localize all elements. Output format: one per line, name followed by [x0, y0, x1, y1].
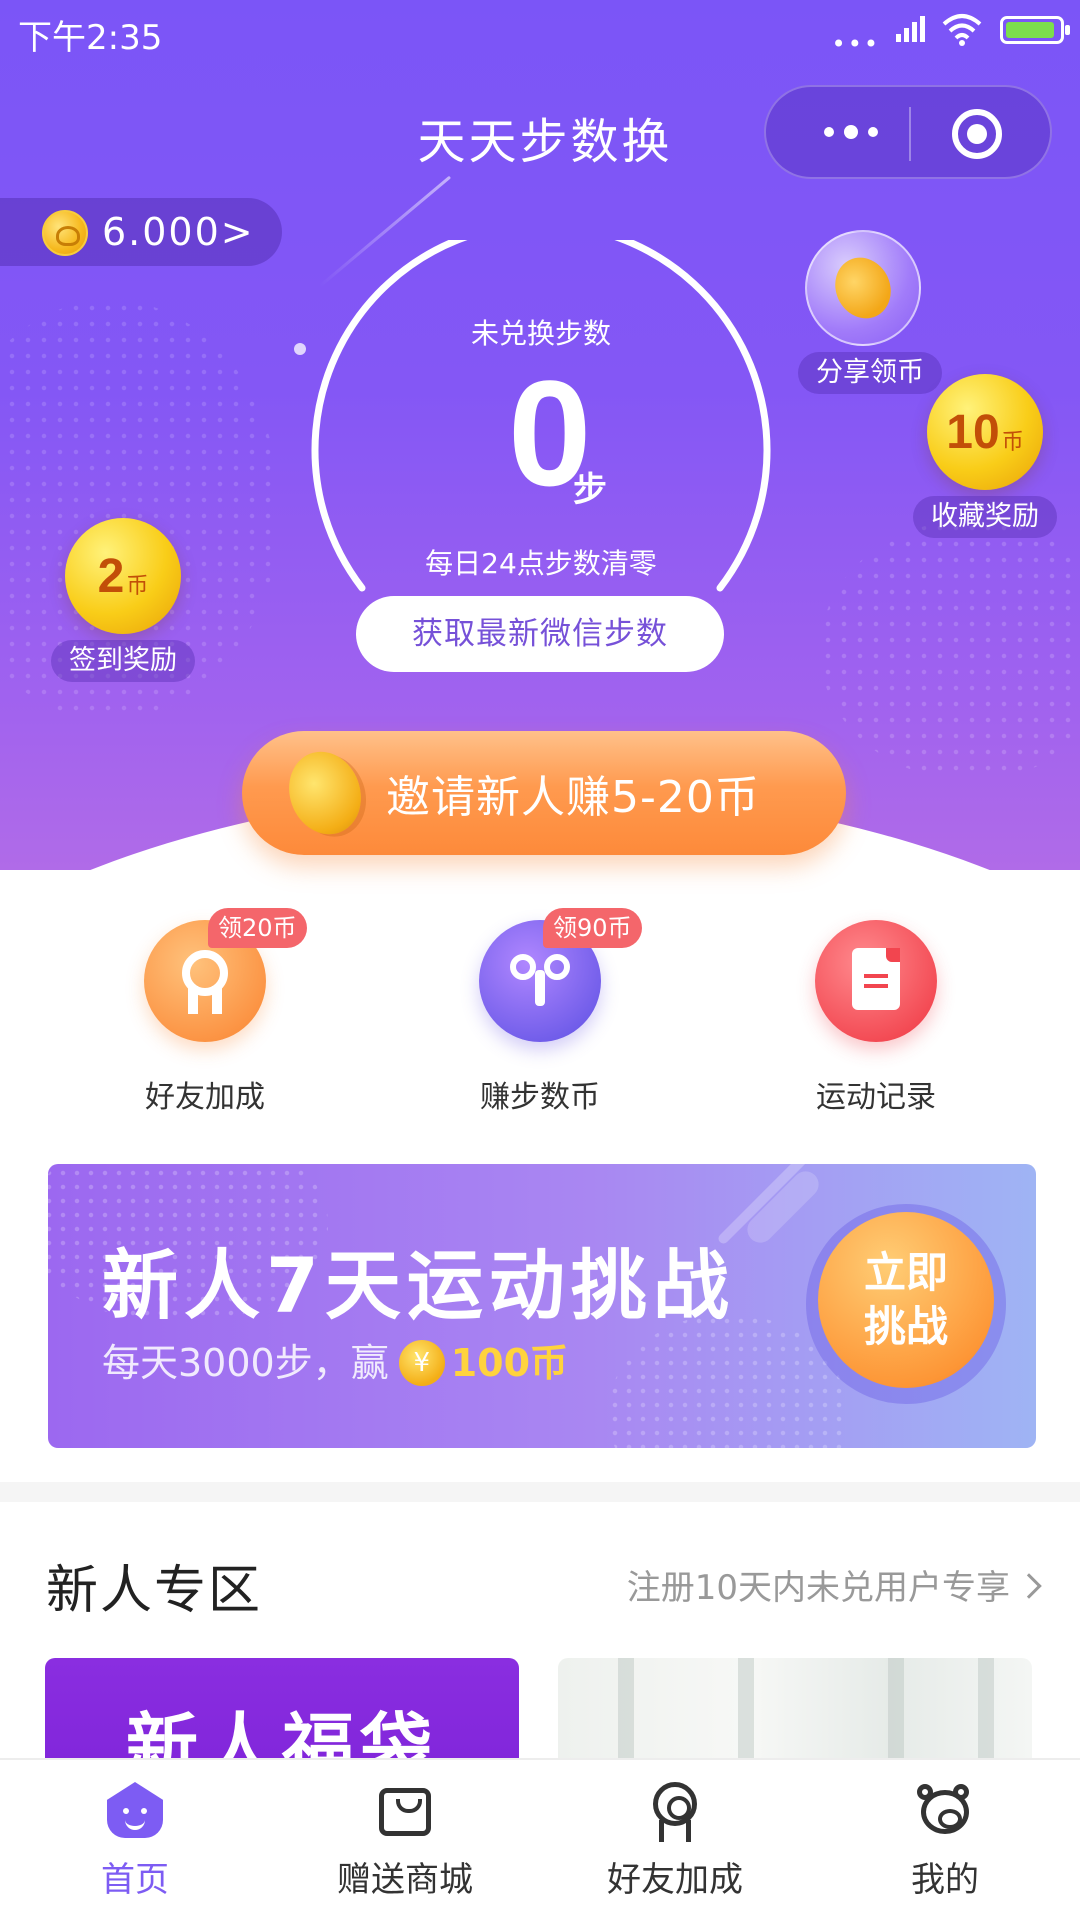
bear-face-icon	[917, 1782, 973, 1838]
unconverted-steps-caption: 未兑换步数	[470, 317, 611, 350]
steps-unit: 步	[573, 470, 607, 510]
reward-currency: 币	[1001, 430, 1024, 455]
new-user-challenge-banner[interactable]: 新人7天运动挑战 每天3000步，赢 ¥100币 立即挑战	[48, 1164, 1036, 1448]
capsule-divider	[909, 107, 911, 161]
coin-balance-amount: 6.000>	[102, 210, 255, 254]
feature-earn-step-coins[interactable]: 领90币 赚步数币	[440, 908, 642, 1116]
medal-icon	[647, 1782, 703, 1842]
coin-pin-icon: 领90币	[479, 908, 642, 1042]
start-challenge-label: 立即挑战	[863, 1248, 948, 1351]
challenge-reward: 100币	[450, 1341, 569, 1385]
checkin-reward-bubble[interactable]: 2 币 签到奖励	[48, 518, 198, 682]
reward-badge: 领20币	[208, 908, 307, 948]
decor-dot	[294, 343, 306, 355]
challenge-sub-text: 每天3000步，赢	[102, 1341, 389, 1385]
document-icon	[815, 920, 937, 1042]
tab-home[interactable]: 首页	[0, 1782, 270, 1901]
medal-icon: 领20币	[144, 908, 307, 1042]
reward-amount: 10	[946, 405, 1000, 459]
tab-label: 首页	[101, 1860, 169, 1900]
signal-icon	[896, 16, 925, 42]
feature-friend-bonus[interactable]: 领20币 好友加成	[105, 908, 307, 1116]
coin-icon	[42, 210, 88, 256]
new-user-zone-title: 新人专区	[46, 1561, 263, 1621]
home-page: 下午2:35 ••• 天天步数换 6.000> 未兑换步数 0 步 每日24点步…	[0, 0, 1080, 1920]
bottom-tab-bar: 首页 赠送商城 好友加成 我的	[0, 1758, 1080, 1920]
miniprogram-capsule	[764, 85, 1052, 179]
section-separator	[0, 1482, 1080, 1502]
checkin-reward-label: 签到奖励	[51, 640, 195, 682]
tab-label: 好友加成	[607, 1860, 743, 1900]
tab-label: 我的	[911, 1860, 979, 1900]
reward-badge: 领90币	[543, 908, 642, 948]
feature-exercise-record[interactable]: 运动记录	[776, 920, 976, 1116]
status-bar: 下午2:35 •••	[0, 0, 1080, 62]
share-coin-bubble[interactable]: 分享领币	[798, 230, 942, 394]
challenge-subtitle: 每天3000步，赢 ¥100币	[102, 1332, 568, 1392]
invite-friends-button[interactable]: 邀请新人赚5-20币	[242, 731, 846, 855]
invite-label: 邀请新人赚5-20币	[386, 772, 760, 823]
coin-icon: 10 币	[927, 374, 1043, 490]
more-menu-icon[interactable]	[806, 107, 896, 157]
coin-icon	[805, 230, 921, 346]
decor-dots	[820, 520, 1080, 780]
tab-gift-mall[interactable]: 赠送商城	[270, 1782, 540, 1901]
yen-coin-icon: ¥	[398, 1339, 445, 1386]
challenge-title: 新人7天运动挑战	[102, 1241, 735, 1330]
feature-label: 好友加成	[145, 1080, 265, 1115]
favorite-reward-bubble[interactable]: 10 币 收藏奖励	[900, 374, 1070, 538]
battery-icon	[1000, 16, 1070, 44]
close-target-icon[interactable]	[952, 109, 1002, 159]
feature-label: 运动记录	[816, 1080, 936, 1115]
tab-mine[interactable]: 我的	[810, 1782, 1080, 1901]
tab-friend-bonus[interactable]: 好友加成	[540, 1782, 810, 1901]
steps-reset-note: 每日24点步数清零	[425, 547, 657, 580]
coin-balance[interactable]: 6.000>	[0, 198, 282, 266]
home-icon	[107, 1782, 163, 1838]
favorite-reward-label: 收藏奖励	[913, 496, 1057, 538]
shopping-bag-icon	[377, 1782, 433, 1838]
coin-icon: 2 币	[65, 518, 181, 634]
new-user-zone-more-link[interactable]: 注册10天内未兑用户专享	[626, 1560, 1042, 1609]
reward-currency: 币	[126, 574, 149, 599]
chevron-right-icon	[1016, 1573, 1042, 1599]
feature-label: 赚步数币	[480, 1080, 600, 1115]
status-dots: •••	[831, 30, 880, 58]
wifi-icon	[942, 14, 982, 46]
reward-amount: 2	[97, 549, 125, 603]
coin-icon	[277, 741, 373, 845]
status-time: 下午2:35	[18, 18, 163, 58]
refresh-wechat-steps-button[interactable]: 获取最新微信步数	[356, 596, 724, 672]
tab-label: 赠送商城	[337, 1860, 473, 1900]
zone-more-text: 注册10天内未兑用户专享	[626, 1568, 1010, 1608]
start-challenge-button[interactable]: 立即挑战	[818, 1212, 994, 1388]
